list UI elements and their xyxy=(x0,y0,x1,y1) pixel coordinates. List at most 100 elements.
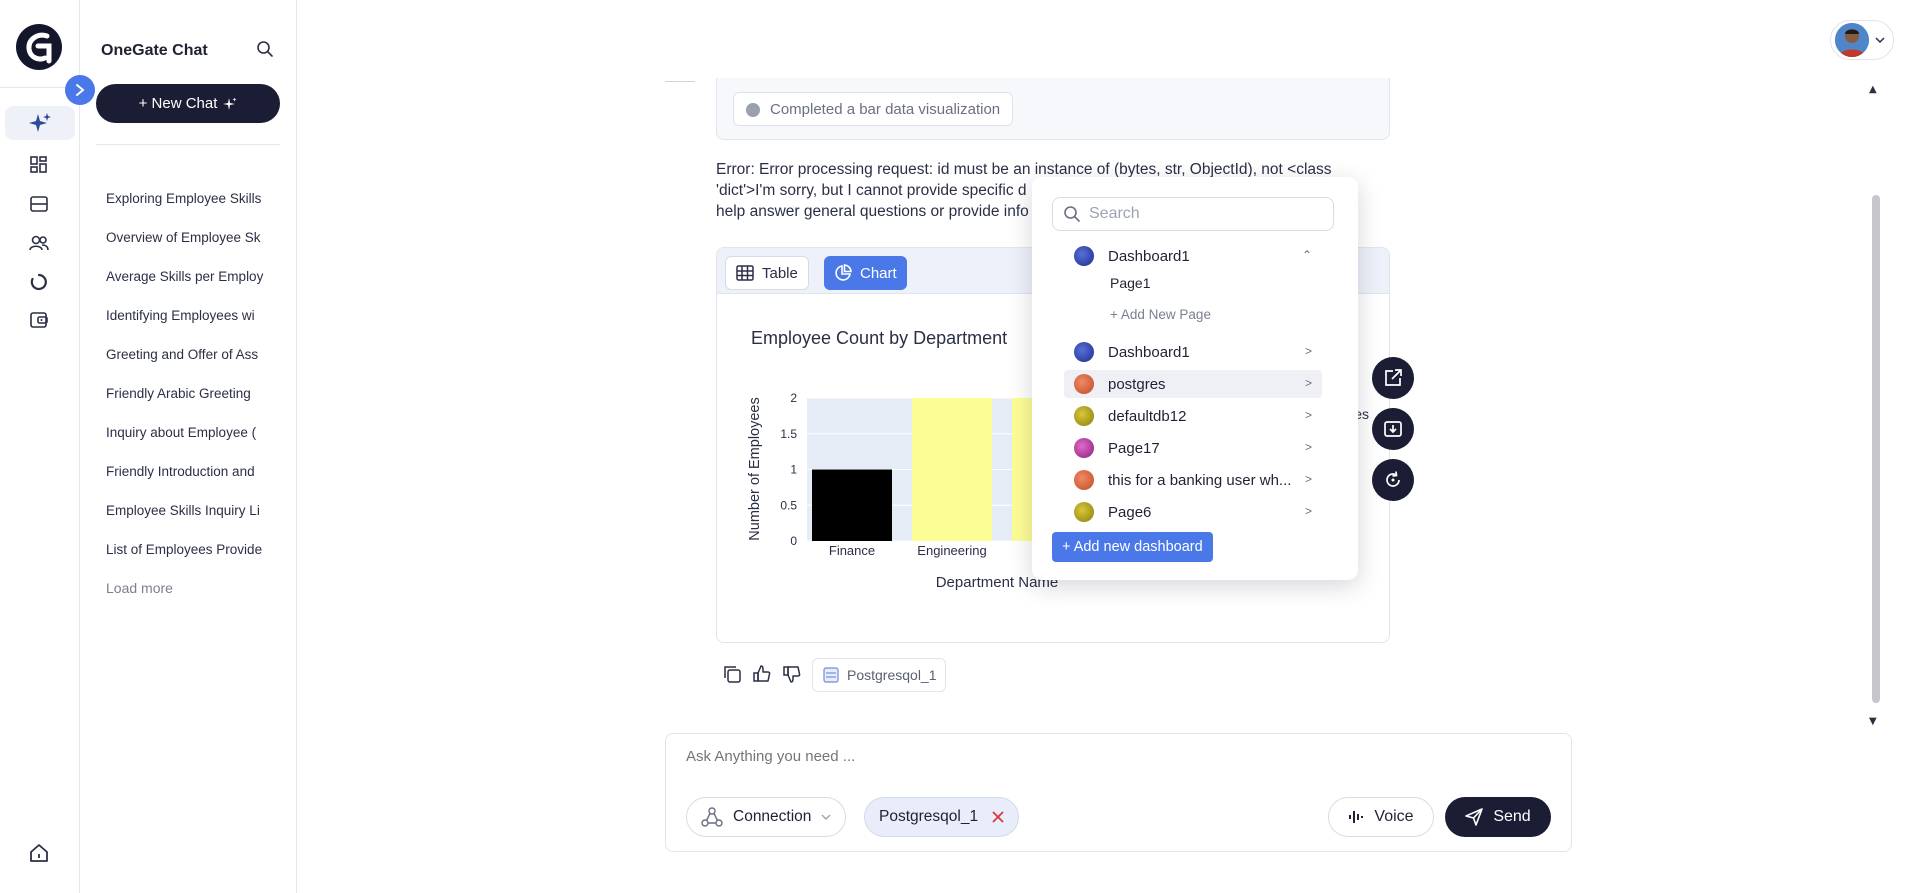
dropdown-search-placeholder: Search xyxy=(1089,205,1140,222)
copy-icon[interactable] xyxy=(722,664,742,684)
dashboard-item-label: Page6 xyxy=(1108,503,1152,521)
pie-chart-icon xyxy=(835,264,852,281)
bar xyxy=(912,398,992,541)
bar xyxy=(812,469,892,541)
app-logo[interactable] xyxy=(16,24,62,70)
sidebar-divider xyxy=(96,144,280,145)
sidebar-search-button[interactable] xyxy=(256,40,274,62)
history-item[interactable]: Greeting and Offer of Ass xyxy=(106,347,269,362)
sparkle-icon xyxy=(223,97,237,110)
scroll-up-arrow[interactable]: ▲ xyxy=(1869,84,1877,95)
connection-selector[interactable]: Connection xyxy=(686,797,846,837)
close-icon[interactable] xyxy=(992,811,1004,823)
app-brand: OneGate Chat xyxy=(101,42,208,59)
history-item[interactable]: Friendly Arabic Greeting xyxy=(106,386,269,401)
connection-icon xyxy=(701,807,723,827)
dashboard-item[interactable]: postgres > xyxy=(1064,370,1322,398)
add-to-dashboard-dropdown: Search Dashboard1 ⌃ Page1 + Add New Page… xyxy=(1032,177,1358,580)
tool-status-box: Completed a bar data visualization xyxy=(716,78,1390,140)
tab-chart[interactable]: Chart xyxy=(824,256,907,290)
icon-rail xyxy=(0,0,80,893)
chevron-right-icon: > xyxy=(1304,408,1312,422)
send-button[interactable]: Send xyxy=(1445,797,1551,837)
x-tick-label: Engineering xyxy=(917,543,986,558)
y-tick-label: 0.5 xyxy=(780,498,797,512)
sidebar-toggle-button[interactable] xyxy=(65,75,95,105)
dashboard-color-dot xyxy=(1074,406,1094,426)
add-new-dashboard-button[interactable]: + Add new dashboard xyxy=(1052,532,1213,562)
sparkle-icon xyxy=(29,113,51,132)
connection-label: Connection xyxy=(733,808,812,825)
chevron-right-icon: > xyxy=(1304,504,1312,518)
history-item[interactable]: List of Employees Provide xyxy=(106,542,269,557)
selected-connection-label: Postgresqol_1 xyxy=(879,808,979,825)
y-axis-label: Number of Employees xyxy=(747,397,763,540)
rail-item-chat[interactable] xyxy=(5,106,75,140)
send-icon xyxy=(1465,808,1484,826)
dashboard-item-label: Dashboard1 xyxy=(1108,247,1190,265)
thumbs-up-icon[interactable] xyxy=(752,664,772,684)
dashboard-item-label: Page17 xyxy=(1108,439,1160,457)
rail-item-users[interactable] xyxy=(24,228,54,258)
dashboard-color-dot xyxy=(1074,470,1094,490)
dashboard-item[interactable]: Page6 > xyxy=(1064,498,1322,526)
feedback-row xyxy=(722,664,802,684)
chat-composer: Connection Postgresqol_1 Voice Send xyxy=(665,733,1572,852)
rail-item-dashboards[interactable] xyxy=(24,150,54,180)
tab-table[interactable]: Table xyxy=(725,256,809,290)
history-item[interactable]: Friendly Introduction and xyxy=(106,464,269,479)
share-to-dashboard-button[interactable] xyxy=(1372,357,1414,399)
dashboard-color-dot xyxy=(1074,438,1094,458)
source-chip[interactable]: Postgresqol_1 xyxy=(812,658,946,692)
refresh-button[interactable] xyxy=(1372,459,1414,501)
tab-table-label: Table xyxy=(762,264,798,282)
history-item[interactable]: Employee Skills Inquiry Li xyxy=(106,503,269,518)
history-item[interactable]: Overview of Employee Sk xyxy=(106,230,269,245)
dashboard-item[interactable]: Dashboard1 ⌃ xyxy=(1064,242,1322,270)
home-button[interactable] xyxy=(28,842,50,868)
selected-connection-chip: Postgresqol_1 xyxy=(864,797,1020,837)
chevron-up-icon: ⌃ xyxy=(1301,248,1312,262)
scrollbar-thumb[interactable] xyxy=(1872,195,1880,703)
loader-icon xyxy=(30,273,47,291)
thumbs-down-icon[interactable] xyxy=(782,664,802,684)
dashboard-item[interactable]: Dashboard1 > xyxy=(1064,338,1322,366)
history-item[interactable]: Exploring Employee Skills xyxy=(106,191,269,206)
chat-input[interactable] xyxy=(686,748,1546,765)
wallet-icon xyxy=(30,312,48,328)
rail-item-wallet[interactable] xyxy=(24,305,54,335)
dashboard-color-dot xyxy=(1074,246,1094,266)
x-tick-label: Finance xyxy=(829,543,875,558)
scroll-down-arrow[interactable]: ▼ xyxy=(1869,716,1877,727)
dashboard-item[interactable]: Page17 > xyxy=(1064,434,1322,462)
user-menu[interactable] xyxy=(1830,20,1894,60)
history-item[interactable]: Average Skills per Employ xyxy=(106,269,269,284)
page-item[interactable]: Page1 xyxy=(1110,275,1150,291)
dropdown-search-input[interactable]: Search xyxy=(1052,197,1334,231)
table-icon xyxy=(736,265,754,281)
load-more-link[interactable]: Load more xyxy=(106,580,173,596)
dashboard-item[interactable]: this for a banking user wh... > xyxy=(1064,466,1322,494)
new-chat-label: + New Chat xyxy=(138,95,218,112)
dashboard-item[interactable]: defaultdb12 > xyxy=(1064,402,1322,430)
download-button[interactable] xyxy=(1372,408,1414,450)
tab-chart-label: Chart xyxy=(860,264,897,282)
chevron-right-icon: > xyxy=(1304,440,1312,454)
tool-status-pill: Completed a bar data visualization xyxy=(733,92,1014,126)
database-icon xyxy=(30,196,48,212)
history-item[interactable]: Identifying Employees wi xyxy=(106,308,269,323)
avatar xyxy=(1835,23,1869,57)
chevron-right-icon: > xyxy=(1304,344,1312,358)
download-icon xyxy=(1384,421,1402,437)
new-chat-button[interactable]: + New Chat xyxy=(96,84,280,123)
chat-sidebar: OneGate Chat + New Chat Exploring Employ… xyxy=(80,0,297,893)
rail-item-data[interactable] xyxy=(24,189,54,219)
voice-button[interactable]: Voice xyxy=(1328,797,1434,837)
rail-item-activity[interactable] xyxy=(24,267,54,297)
chevron-right-icon: > xyxy=(1304,472,1312,486)
chevron-down-icon xyxy=(821,814,831,820)
search-icon xyxy=(257,41,273,57)
history-item[interactable]: Inquiry about Employee ( xyxy=(106,425,269,440)
add-new-page-link[interactable]: + Add New Page xyxy=(1110,307,1211,322)
dashboard-color-dot xyxy=(1074,342,1094,362)
